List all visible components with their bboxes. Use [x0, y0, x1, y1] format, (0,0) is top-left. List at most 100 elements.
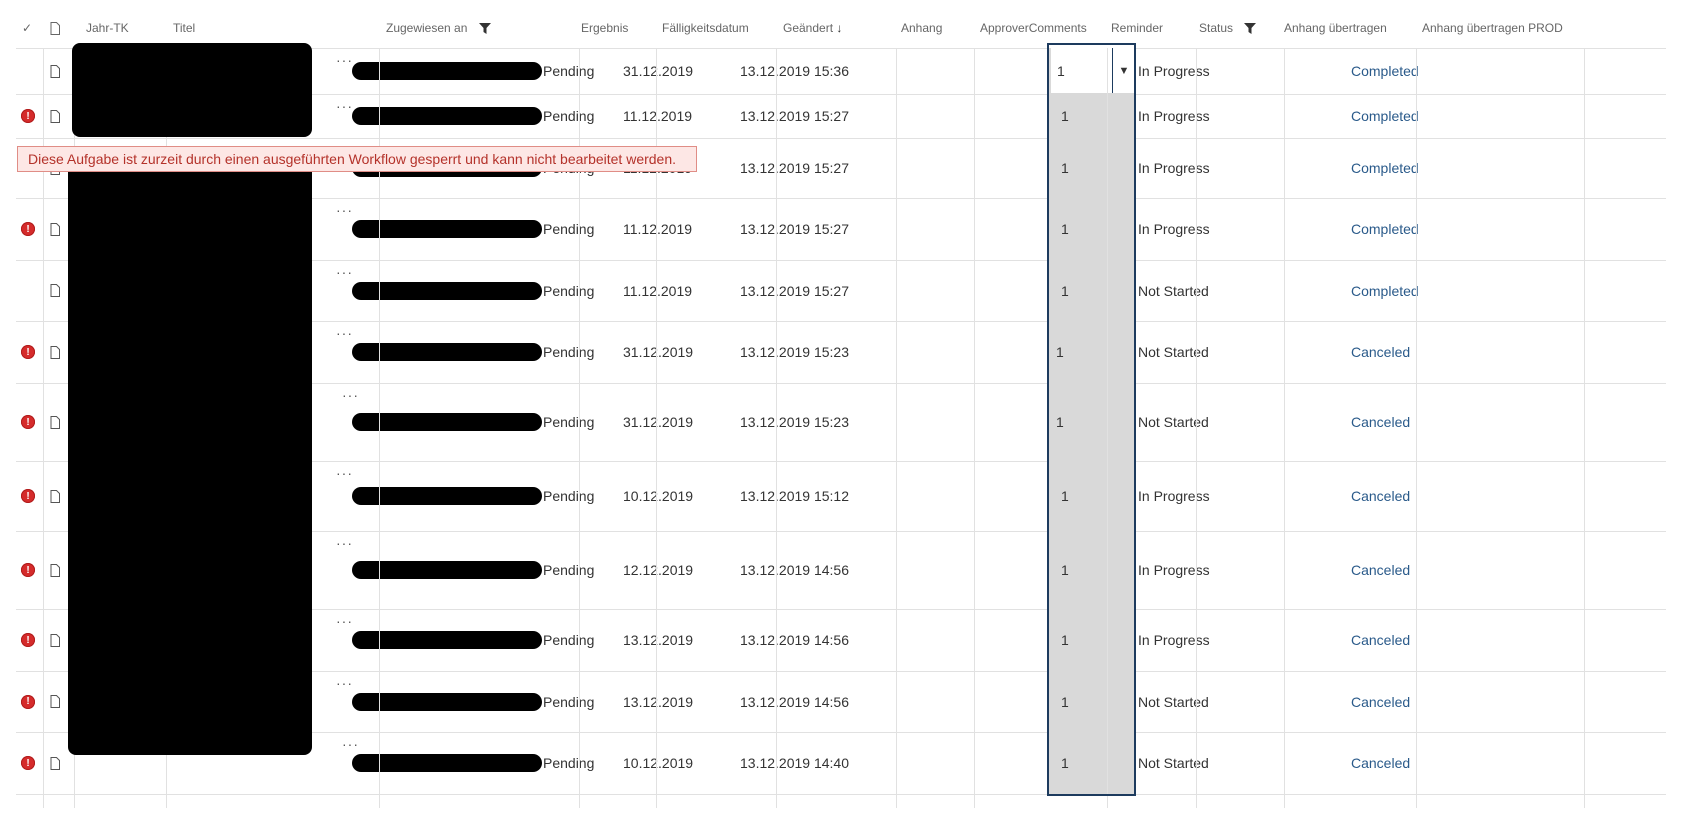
reminder-cell[interactable]: 1 [1056, 461, 1121, 531]
anhang-uebertragen-cell [1216, 609, 1346, 671]
reminder-dropdown[interactable]: 1 ▼ [1051, 48, 1135, 94]
error-icon[interactable]: ! [21, 563, 35, 577]
result-cell: Pending [543, 221, 595, 237]
doc-type-header-icon [50, 8, 68, 48]
doc-icon-cell [50, 671, 68, 732]
attachment-cell [901, 321, 971, 383]
anhang-uebertragen-prod-cell[interactable]: Canceled [1351, 609, 1511, 671]
item-more-menu[interactable]: ··· [336, 535, 353, 551]
anhang-uebertragen-prod-cell[interactable]: Canceled [1351, 531, 1511, 609]
status-cell: In Progress [1138, 562, 1210, 578]
column-divider [1416, 48, 1417, 808]
column-divider [776, 48, 777, 808]
item-more-menu[interactable]: ··· [336, 675, 353, 691]
column-header-zugewiesen[interactable]: Zugewiesen an [386, 8, 566, 48]
column-header-approver[interactable]: ApproverComments [980, 8, 1110, 48]
result-cell: Pending [543, 632, 595, 648]
due-date-cell: 11.12.2019 [623, 282, 693, 299]
status-cell: In Progress [1138, 63, 1210, 79]
item-more-menu[interactable]: ··· [336, 264, 353, 280]
error-icon[interactable]: ! [21, 694, 35, 709]
item-more-menu[interactable]: ··· [336, 52, 353, 68]
item-more-menu[interactable]: ··· [336, 613, 353, 629]
reminder-cell[interactable]: 1 [1056, 732, 1121, 794]
column-header-anhang-uebertragen[interactable]: Anhang übertragen [1284, 8, 1414, 48]
document-icon [50, 489, 60, 503]
anhang-uebertragen-prod-cell[interactable]: Canceled [1351, 461, 1511, 531]
modified-cell: 13.12.2019 14:56 [740, 562, 849, 578]
assigned-to-redacted [352, 62, 542, 80]
reminder-cell[interactable]: 1 [1056, 609, 1121, 671]
attachment-cell [901, 138, 971, 198]
anhang-uebertragen-prod-cell[interactable]: Completed [1351, 94, 1511, 138]
column-header-titel[interactable]: Titel [173, 8, 353, 48]
item-more-menu[interactable]: ··· [336, 325, 353, 341]
error-icon[interactable]: ! [21, 345, 35, 359]
due-date-cell: 11.12.2019 [623, 221, 693, 237]
due-date-cell: 31.12.2019 [623, 414, 694, 430]
anhang-uebertragen-cell [1216, 138, 1346, 198]
error-icon[interactable]: ! [21, 633, 35, 647]
error-icon[interactable]: ! [21, 415, 35, 429]
anhang-uebertragen-prod-cell[interactable]: Completed [1351, 138, 1511, 198]
assigned-to-redacted [352, 487, 542, 505]
column-header-faellig[interactable]: Fälligkeitsdatum [662, 8, 772, 48]
anhang-uebertragen-prod-cell[interactable]: Completed [1351, 260, 1511, 321]
attachment-cell [901, 671, 971, 732]
result-cell: Pending [543, 562, 595, 578]
error-indicator-cell: ! [21, 94, 39, 138]
column-header-ergebnis[interactable]: Ergebnis [581, 8, 651, 48]
reminder-cell[interactable]: 1 [1056, 138, 1121, 198]
anhang-uebertragen-prod-cell[interactable]: Completed [1351, 48, 1511, 94]
modified-cell: 13.12.2019 14:40 [740, 755, 849, 771]
reminder-cell[interactable]: 1 [1056, 198, 1121, 260]
reminder-cell[interactable]: 1 [1056, 260, 1121, 321]
item-more-menu[interactable]: ··· [336, 465, 353, 481]
reminder-cell[interactable]: 1 [1056, 531, 1121, 609]
anhang-uebertragen-cell [1216, 671, 1346, 732]
column-header-geaendert[interactable]: Geändert ↓ [783, 8, 893, 48]
item-more-menu[interactable]: ··· [342, 736, 359, 752]
anhang-uebertragen-prod-cell[interactable]: Canceled [1351, 671, 1511, 732]
item-more-menu[interactable]: ··· [342, 387, 359, 403]
column-header-anhang[interactable]: Anhang [901, 8, 971, 48]
column-divider [1196, 48, 1197, 808]
anhang-uebertragen-prod-cell[interactable]: Canceled [1351, 383, 1511, 461]
modified-cell: 13.12.2019 15:23 [740, 414, 849, 430]
attachment-cell [901, 383, 971, 461]
anhang-uebertragen-prod-cell[interactable]: Completed [1351, 198, 1511, 260]
result-cell: Pending [543, 693, 595, 710]
reminder-cell[interactable]: 1 [1056, 671, 1121, 732]
title-redacted-top [72, 43, 312, 137]
error-icon[interactable]: ! [21, 489, 35, 503]
result-cell: Pending [543, 282, 595, 299]
anhang-uebertragen-prod-cell[interactable]: Canceled [1351, 321, 1511, 383]
select-all-checkbox[interactable]: ✓ [22, 8, 40, 48]
doc-icon-cell [50, 94, 68, 138]
column-header-status[interactable]: Status [1199, 8, 1289, 48]
error-icon[interactable]: ! [21, 222, 35, 236]
dropdown-arrow-icon[interactable]: ▼ [1112, 48, 1135, 94]
attachment-cell [901, 461, 971, 531]
anhang-uebertragen-prod-cell[interactable]: Canceled [1351, 732, 1511, 794]
error-icon[interactable]: ! [21, 109, 35, 123]
error-icon[interactable]: ! [21, 756, 35, 770]
doc-icon-cell [50, 321, 68, 383]
modified-cell: 13.12.2019 15:36 [740, 63, 849, 79]
attachment-cell [901, 198, 971, 260]
column-header-anhang-uebertragen-prod[interactable]: Anhang übertragen PROD [1422, 8, 1602, 48]
column-header-jahr[interactable]: Jahr-TK [86, 8, 166, 48]
due-date-cell: 13.12.2019 [623, 693, 694, 710]
item-more-menu[interactable]: ··· [336, 98, 353, 114]
list-grid: ✓ Jahr-TK Titel Zugewiesen an Ergebnis F… [16, 8, 1666, 808]
status-cell: Not Started [1138, 344, 1209, 360]
column-header-reminder[interactable]: Reminder [1111, 8, 1191, 48]
sort-desc-icon: ↓ [836, 21, 843, 35]
reminder-cell[interactable]: 1 [1056, 94, 1121, 138]
column-divider [1584, 48, 1585, 808]
document-icon [50, 756, 60, 770]
item-more-menu[interactable]: ··· [336, 202, 353, 218]
status-cell: Not Started [1138, 755, 1209, 771]
assigned-to-redacted [352, 692, 542, 711]
title-redacted-main [68, 159, 312, 755]
